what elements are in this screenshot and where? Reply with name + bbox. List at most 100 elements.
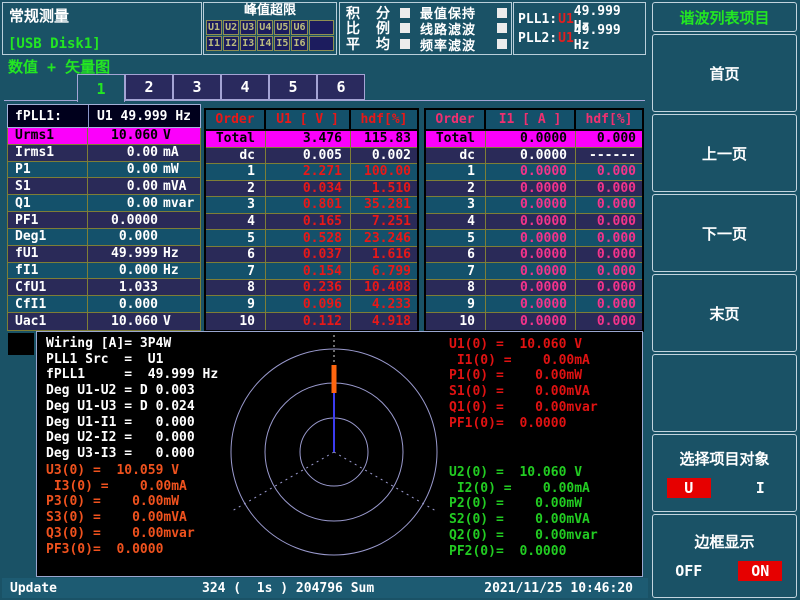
harmonic-row: 60.0371.616 bbox=[206, 247, 417, 264]
measure-unit: mA bbox=[158, 145, 200, 160]
peak-u-row: U1U2U3U4U5U6 bbox=[206, 20, 334, 35]
harmonic-order: 6 bbox=[426, 247, 486, 263]
harmonic-hdf: 0.000 bbox=[576, 296, 642, 312]
peak-cell-i5: I5 bbox=[274, 36, 290, 51]
tab-page-3[interactable]: 3 bbox=[173, 74, 221, 100]
tab-page-2[interactable]: 2 bbox=[125, 74, 173, 100]
harmonic-hdf: 0.000 bbox=[576, 247, 642, 263]
harmonic-order: 10 bbox=[206, 313, 266, 330]
peak-overlimit-panel: 峰值超限 U1U2U3U4U5U6 I1I2I3I4I5I6 bbox=[203, 2, 337, 55]
harmonic-order: 1 bbox=[206, 164, 266, 180]
measure-value: 0.00 bbox=[88, 196, 158, 211]
harmonic-hdf: 1.616 bbox=[351, 247, 417, 263]
measure-unit: mW bbox=[158, 162, 200, 177]
measurement-rows: Urms110.060VIrms10.00mAP10.00mWS10.00mVA… bbox=[7, 128, 201, 331]
harmonic-value: 0.0000 bbox=[486, 214, 576, 230]
readout-line: Deg U1-I1 = 0.000 bbox=[46, 415, 218, 431]
harmonic-row: 10.00000.000 bbox=[426, 164, 642, 181]
peak-cell-i6: I6 bbox=[291, 36, 307, 51]
select-item-object-section: 选择项目对象 U I bbox=[652, 434, 797, 512]
peak-overlimit-title: 峰值超限 bbox=[204, 3, 336, 20]
measure-value: 0.00 bbox=[88, 162, 158, 177]
page-tabs: 123456 bbox=[77, 74, 365, 102]
readout-line: Deg U2-I2 = 0.000 bbox=[46, 430, 218, 446]
harmonic-row: 40.00000.000 bbox=[426, 214, 642, 231]
select-object-u[interactable]: U bbox=[667, 478, 711, 498]
status-bar: Update 324 ( 1s ) 204796 Sum 2021/11/25 … bbox=[2, 578, 648, 598]
harmonic-row: 80.23610.408 bbox=[206, 280, 417, 297]
harmonic-value: 0.0000 bbox=[486, 197, 576, 213]
select-item-object-label: 选择项目对象 bbox=[679, 448, 769, 469]
page-title: 常规测量 bbox=[9, 5, 69, 26]
select-object-i[interactable]: I bbox=[738, 478, 782, 498]
peak-cell-u4: U4 bbox=[257, 20, 273, 35]
harmonic-value: 0.154 bbox=[266, 263, 351, 279]
measure-label: Q1 bbox=[8, 195, 88, 211]
harmonic-value: 0.0000 bbox=[486, 313, 576, 330]
harmonic-order: 7 bbox=[206, 263, 266, 279]
harmonic-value: 0.096 bbox=[266, 296, 351, 312]
update-counter: 324 ( 1s ) 204796 Sum bbox=[202, 581, 374, 596]
harmonic-row: 90.00000.000 bbox=[426, 296, 642, 313]
harmonic-order: 5 bbox=[426, 230, 486, 246]
measurement-table-header: fPLL1: U1 49.999 Hz bbox=[7, 104, 201, 128]
sidebar-button-上一页[interactable]: 上一页 bbox=[652, 114, 797, 192]
sidebar-title: 谐波列表项目 bbox=[652, 2, 797, 32]
measure-label: Irms1 bbox=[8, 145, 88, 161]
softkey-sidebar: 谐波列表项目 首页上一页下一页末页 选择项目对象 UI 边框显示 OFFON bbox=[650, 0, 798, 600]
harmonic-row: 40.1657.251 bbox=[206, 214, 417, 231]
tab-page-1[interactable]: 1 bbox=[77, 74, 125, 102]
readout-line: S1(0) = 0.00mVA bbox=[449, 384, 598, 400]
readout-line: PF1(0)= 0.0000 bbox=[449, 416, 598, 432]
border-display-off[interactable]: OFF bbox=[667, 561, 711, 581]
measure-label: Uac1 bbox=[8, 313, 88, 330]
measure-row: Uac110.060V bbox=[8, 313, 200, 330]
u1-harmonics-table: OrderU1 [ V ]hdf[%]Total3.476115.83dc0.0… bbox=[204, 108, 419, 332]
peak-cell-empty bbox=[309, 20, 334, 35]
harmonic-order: 10 bbox=[426, 313, 486, 330]
harmonic-value: 0.801 bbox=[266, 197, 351, 213]
measure-label: S1 bbox=[8, 178, 88, 194]
harmonic-order: 2 bbox=[206, 181, 266, 197]
measure-row: P10.00mW bbox=[8, 162, 200, 179]
tab-page-5[interactable]: 5 bbox=[269, 74, 317, 100]
measure-row: fI10.000Hz bbox=[8, 263, 200, 280]
indicator-square bbox=[400, 39, 410, 49]
pll-frequency: 49.999 Hz bbox=[574, 23, 641, 53]
sidebar-empty-section bbox=[652, 354, 797, 432]
harmonic-hdf: 6.799 bbox=[351, 263, 417, 279]
phase1-readout-block: U1(0) = 10.060 V I1(0) = 0.00mAP1(0) = 0… bbox=[449, 337, 598, 431]
sidebar-button-末页[interactable]: 末页 bbox=[652, 274, 797, 352]
peak-cell-u2: U2 bbox=[223, 20, 239, 35]
tab-page-4[interactable]: 4 bbox=[221, 74, 269, 100]
sidebar-button-下一页[interactable]: 下一页 bbox=[652, 194, 797, 272]
harmonic-value: 0.0000 bbox=[486, 296, 576, 312]
harmonic-row: 100.00000.000 bbox=[426, 313, 642, 330]
measure-row: CfI10.000 bbox=[8, 296, 200, 313]
measure-unit: mvar bbox=[158, 196, 200, 211]
harmonic-row: dc0.0000------ bbox=[426, 148, 642, 165]
harmonic-row: 70.00000.000 bbox=[426, 263, 642, 280]
hdf-header: hdf[%] bbox=[351, 110, 417, 129]
harmonic-hdf: 115.83 bbox=[351, 131, 417, 147]
readout-line: PLL1 Src = U1 bbox=[46, 352, 218, 368]
tab-page-6[interactable]: 6 bbox=[317, 74, 365, 100]
readout-line: PF2(0)= 0.0000 bbox=[449, 544, 598, 560]
harmonic-hdf: 0.000 bbox=[576, 214, 642, 230]
harmonic-hdf: 100.00 bbox=[351, 164, 417, 180]
border-display-on[interactable]: ON bbox=[738, 561, 782, 581]
measure-value: 0.00 bbox=[88, 145, 158, 160]
measure-value: 10.060 bbox=[88, 314, 158, 329]
value-header: U1 [ V ] bbox=[266, 110, 351, 129]
harmonic-value: 0.034 bbox=[266, 181, 351, 197]
hdf-header: hdf[%] bbox=[576, 110, 642, 129]
sidebar-button-首页[interactable]: 首页 bbox=[652, 34, 797, 112]
harmonic-hdf: 0.000 bbox=[576, 164, 642, 180]
harmonic-hdf: 0.000 bbox=[576, 181, 642, 197]
fpll1-label: fPLL1: bbox=[8, 105, 89, 127]
measure-value: 0.0000 bbox=[88, 213, 158, 228]
harmonic-value: 0.0000 bbox=[486, 280, 576, 296]
measure-label: P1 bbox=[8, 162, 88, 178]
indicator-row: 平均频率滤波 bbox=[342, 37, 509, 52]
i1-harmonics-table: OrderI1 [ A ]hdf[%]Total0.00000.000dc0.0… bbox=[424, 108, 644, 332]
